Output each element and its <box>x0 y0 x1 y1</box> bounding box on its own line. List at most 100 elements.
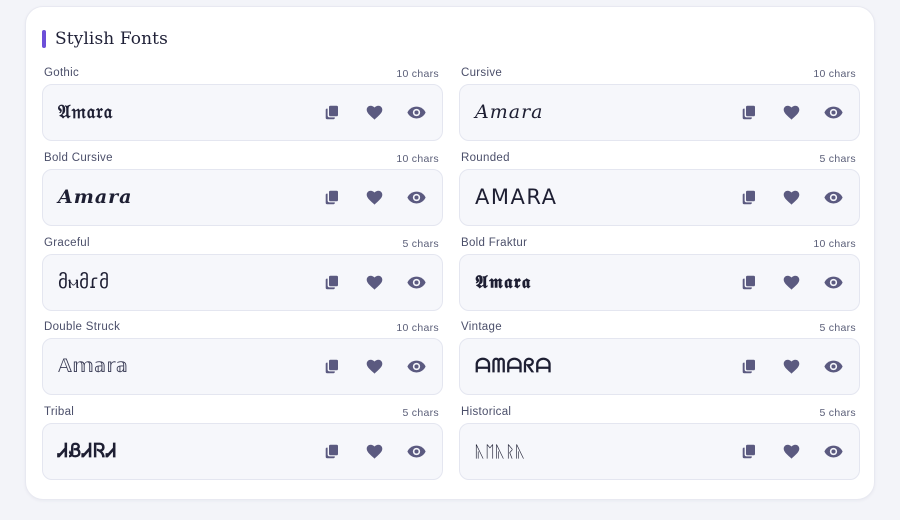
font-sample-text[interactable]: 𝐴𝑚𝑎𝑟𝑎 <box>475 85 543 140</box>
heart-icon <box>366 359 383 374</box>
font-preview-row[interactable]: ᏗᏰᏗᏒᏗ <box>42 423 443 481</box>
favorite-button[interactable] <box>781 187 801 207</box>
font-name: Bold Fraktur <box>461 236 528 249</box>
preview-button[interactable] <box>406 187 426 207</box>
favorite-button[interactable] <box>781 357 801 377</box>
char-count: 10 chars <box>813 237 856 250</box>
font-sample-text[interactable]: 𝕬𝖒𝖆𝖗𝖆 <box>475 255 531 310</box>
font-preview-row[interactable]: ᚣᛖᚣᚱᚣ <box>459 423 860 481</box>
font-sample-text[interactable]: ᗩᗰᗩᖇᗩ <box>475 339 552 394</box>
font-preview-row[interactable]: 𝕬𝖒𝖆𝖗𝖆 <box>459 253 860 311</box>
favorite-button[interactable] <box>364 272 384 292</box>
copy-button[interactable] <box>739 272 759 292</box>
favorite-button[interactable] <box>781 103 801 123</box>
font-name: Historical <box>461 406 512 419</box>
eye-icon <box>406 360 426 373</box>
font-preview-row[interactable]: AMARA <box>459 168 860 226</box>
preview-button[interactable] <box>823 103 843 123</box>
char-count: 10 chars <box>396 322 439 335</box>
row-actions <box>717 255 843 310</box>
font-preview-row[interactable]: 𝑨𝒎𝒂𝒓𝒂 <box>42 168 443 226</box>
preview-button[interactable] <box>823 357 843 377</box>
copy-button[interactable] <box>322 442 342 462</box>
font-name: Vintage <box>461 321 502 334</box>
preview-button[interactable] <box>823 187 843 207</box>
favorite-button[interactable] <box>364 357 384 377</box>
preview-button[interactable] <box>406 103 426 123</box>
row-actions <box>717 85 843 140</box>
font-item: Gothic 10 chars 𝔄𝔪𝔞𝔯𝔞 <box>42 65 443 150</box>
font-name: Gothic <box>44 67 80 79</box>
preview-button[interactable] <box>406 357 426 377</box>
favorite-button[interactable] <box>364 187 384 207</box>
copy-button[interactable] <box>322 187 342 207</box>
eye-icon <box>823 445 843 458</box>
font-name: Graceful <box>44 236 90 249</box>
font-name: Rounded <box>461 151 510 164</box>
section-header: Stylish Fonts <box>42 29 168 49</box>
font-item: Bold Cursive 10 chars 𝑨𝒎𝒂𝒓𝒂 <box>42 150 443 235</box>
preview-button[interactable] <box>823 442 843 462</box>
copy-button[interactable] <box>739 103 759 123</box>
copy-icon <box>742 275 756 290</box>
font-preview-row[interactable]: მⲙმɾმ <box>42 253 443 311</box>
row-actions <box>717 424 843 479</box>
font-sample-text[interactable]: 𝑨𝒎𝒂𝒓𝒂 <box>58 170 132 225</box>
eye-icon <box>823 106 843 119</box>
preview-button[interactable] <box>406 442 426 462</box>
font-item: Bold Fraktur 10 chars 𝕬𝖒𝖆𝖗𝖆 <box>459 235 860 320</box>
char-count: 5 chars <box>402 407 439 420</box>
title-accent-bar <box>42 30 46 48</box>
section-title: Stylish Fonts <box>55 29 168 49</box>
font-sample-text[interactable]: 𝔸𝕞𝕒𝕣𝕒 <box>58 339 128 394</box>
favorite-button[interactable] <box>781 442 801 462</box>
stylish-fonts-card: Stylish Fonts Gothic 10 chars 𝔄𝔪𝔞𝔯𝔞 Bold … <box>25 6 875 500</box>
font-sample-text[interactable]: AMARA <box>475 170 557 225</box>
copy-button[interactable] <box>322 272 342 292</box>
font-preview-row[interactable]: 𝔸𝕞𝕒𝕣𝕒 <box>42 338 443 396</box>
font-name: Tribal <box>44 406 75 419</box>
copy-icon <box>325 105 339 120</box>
font-sample-text[interactable]: ᚣᛖᚣᚱᚣ <box>475 424 526 479</box>
font-name: Cursive <box>461 67 503 79</box>
row-actions <box>300 339 426 394</box>
favorite-button[interactable] <box>781 272 801 292</box>
copy-button[interactable] <box>739 357 759 377</box>
copy-button[interactable] <box>322 103 342 123</box>
heart-icon <box>366 190 383 205</box>
favorite-button[interactable] <box>364 442 384 462</box>
heart-icon <box>783 190 800 205</box>
font-item: Historical 5 chars ᚣᛖᚣᚱᚣ <box>459 404 860 489</box>
font-preview-row[interactable]: 𝐴𝑚𝑎𝑟𝑎 <box>459 84 860 141</box>
font-item: Graceful 5 chars მⲙმɾმ <box>42 235 443 320</box>
heart-icon <box>366 444 383 459</box>
font-sample-text[interactable]: 𝔄𝔪𝔞𝔯𝔞 <box>58 85 113 140</box>
copy-icon <box>742 105 756 120</box>
font-sample-text[interactable]: მⲙმɾმ <box>58 255 109 310</box>
font-preview-row[interactable]: 𝔄𝔪𝔞𝔯𝔞 <box>42 84 443 141</box>
font-column-right: Cursive 10 chars 𝐴𝑚𝑎𝑟𝑎 Rounded 5 chars AMA… <box>459 65 860 489</box>
row-actions <box>300 85 426 140</box>
char-count: 5 chars <box>819 152 856 165</box>
preview-button[interactable] <box>823 272 843 292</box>
eye-icon <box>823 191 843 204</box>
eye-icon <box>406 191 426 204</box>
font-sample-text[interactable]: ᏗᏰᏗᏒᏗ <box>58 424 117 479</box>
heart-icon <box>783 444 800 459</box>
copy-button[interactable] <box>739 187 759 207</box>
heart-icon <box>783 105 800 120</box>
preview-button[interactable] <box>406 272 426 292</box>
copy-icon <box>742 359 756 374</box>
row-actions <box>300 170 426 225</box>
row-actions <box>300 424 426 479</box>
font-item: Vintage 5 chars ᗩᗰᗩᖇᗩ <box>459 319 860 404</box>
favorite-button[interactable] <box>364 103 384 123</box>
font-preview-row[interactable]: ᗩᗰᗩᖇᗩ <box>459 338 860 396</box>
font-name: Double Struck <box>44 321 121 334</box>
row-actions <box>300 255 426 310</box>
font-column-left: Gothic 10 chars 𝔄𝔪𝔞𝔯𝔞 Bold Cursive 10 char… <box>42 65 443 489</box>
row-actions <box>717 170 843 225</box>
copy-icon <box>325 444 339 459</box>
copy-button[interactable] <box>322 357 342 377</box>
copy-button[interactable] <box>739 442 759 462</box>
